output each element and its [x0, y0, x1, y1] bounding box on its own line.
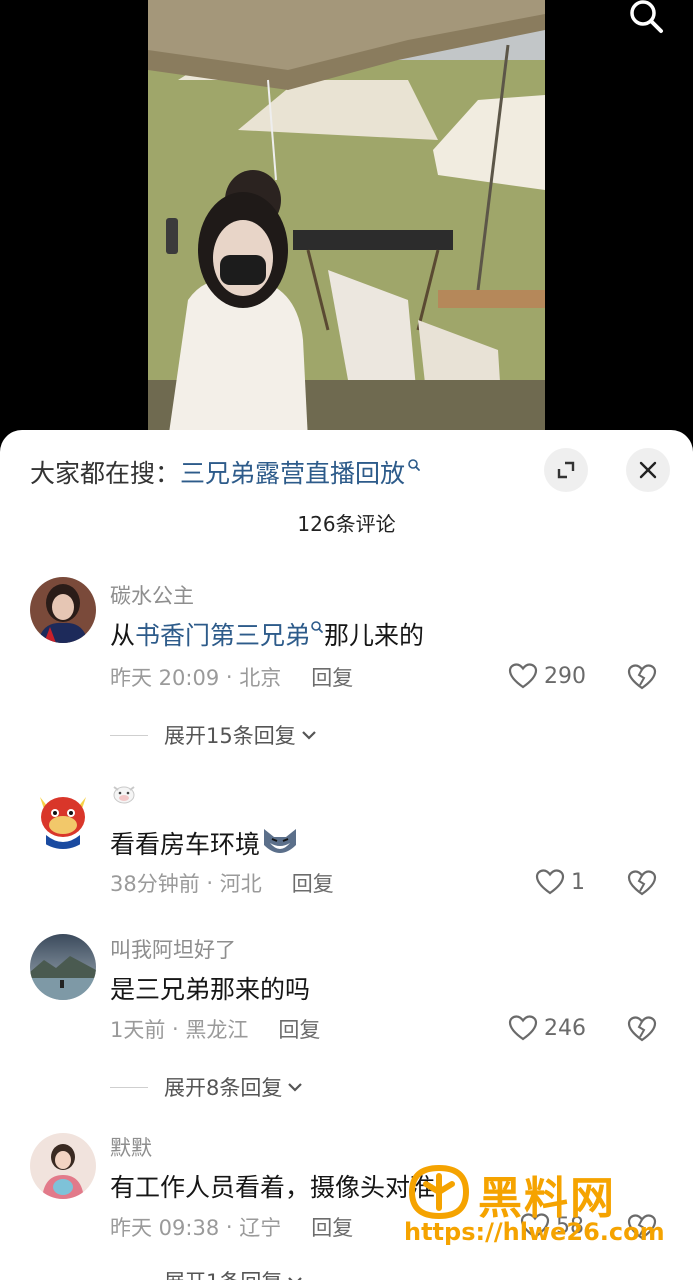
comment-time: 38分钟前 — [110, 872, 200, 896]
comment-text: 是三兄弟那来的吗 — [110, 970, 310, 1006]
like-button[interactable]: 246 — [508, 1014, 586, 1042]
dislike-button[interactable] — [627, 869, 657, 901]
comment-item: 碳水公主 从 书香门第三兄弟 那儿来的 昨天 20:09 · 北京 回复 290 — [0, 570, 693, 750]
comment-item: 叫我阿坦好了 是三兄弟那来的吗 1天前 · 黑龙江 回复 246 展开8条回复 — [0, 930, 693, 1110]
meta-separator: · — [199, 871, 220, 895]
comment-text-body: 有工作人员看着，摄像头对准 — [110, 1173, 436, 1202]
video-scene — [148, 0, 545, 440]
comment-text-prefix: 从 — [110, 621, 136, 650]
meta-separator: · — [165, 1017, 186, 1041]
dislike-button[interactable] — [627, 1015, 657, 1047]
comment-sheet: 大家都在搜： 三兄弟露营直播回放 126条评论 碳水公主 从 书香门第三兄弟 那… — [0, 430, 693, 1280]
reply-button[interactable]: 回复 — [311, 1212, 353, 1242]
dislike-button[interactable] — [627, 663, 657, 695]
meta-separator: · — [219, 1215, 240, 1239]
chevron-down-icon — [288, 1277, 303, 1280]
comment-text-body: 是三兄弟那来的吗 — [110, 975, 311, 1004]
reply-button[interactable]: 回复 — [292, 868, 334, 898]
comment-meta: 昨天 20:09 · 北京 回复 — [110, 662, 353, 692]
expand-replies-label: 展开1条回复 — [164, 1266, 282, 1280]
comment-item: 看看房车环境 38分钟前 · 河北 回复 1 — [0, 775, 693, 905]
like-count: 1 — [571, 869, 585, 895]
reply-button[interactable]: 回复 — [311, 662, 353, 692]
comment-username-badge[interactable] — [110, 781, 138, 810]
like-button[interactable]: 290 — [508, 662, 586, 690]
expand-replies-label: 展开8条回复 — [164, 1076, 283, 1100]
avatar[interactable] — [30, 577, 96, 643]
heart-icon — [508, 663, 538, 689]
cow-emoji-icon — [113, 786, 135, 804]
expand-replies-button[interactable]: 展开1条回复 — [110, 1266, 304, 1280]
watermark-title: 黑料网 — [478, 1173, 616, 1224]
like-count: 290 — [544, 663, 586, 689]
comment-location: 北京 — [239, 666, 282, 690]
comment-time: 昨天 20:09 — [110, 666, 220, 690]
search-icon[interactable] — [625, 0, 669, 36]
avatar[interactable] — [30, 934, 96, 1000]
expand-replies-label: 展开15条回复 — [164, 724, 296, 748]
comment-username[interactable]: 默默 — [110, 1132, 152, 1162]
comment-text: 有工作人员看着，摄像头对准 — [110, 1168, 435, 1204]
comment-meta: 昨天 09:38 · 辽宁 回复 — [110, 1212, 353, 1242]
comment-location: 黑龙江 — [185, 1018, 249, 1042]
avatar[interactable] — [30, 1133, 96, 1199]
chevron-down-icon — [301, 731, 316, 740]
expand-icon — [557, 461, 575, 479]
like-count: 246 — [544, 1015, 586, 1041]
comment-meta: 1天前 · 黑龙江 回复 — [110, 1014, 320, 1044]
comment-count: 126条评论 — [297, 512, 396, 536]
trending-search-bar: 大家都在搜： 三兄弟露营直播回放 — [30, 452, 421, 492]
expand-sheet-button[interactable] — [544, 448, 588, 492]
watermark-url: https://hlwe26.com — [404, 1218, 665, 1246]
heart-icon — [535, 869, 565, 895]
expand-replies-button[interactable]: 展开8条回复 — [110, 1072, 304, 1102]
comment-search-link[interactable]: 书香门第三兄弟 — [135, 616, 310, 652]
mini-search-icon — [311, 621, 323, 633]
comment-text-suffix: 那儿来的 — [324, 621, 425, 650]
watermark-logo-icon — [408, 1164, 470, 1220]
divider-line — [110, 734, 148, 736]
video-player[interactable] — [0, 0, 693, 440]
like-button[interactable]: 1 — [535, 868, 585, 896]
comment-location: 辽宁 — [239, 1216, 282, 1240]
heart-icon — [508, 1015, 538, 1041]
broken-heart-icon — [627, 664, 657, 690]
expand-replies-button[interactable]: 展开15条回复 — [110, 720, 318, 750]
trending-prefix: 大家都在搜： — [30, 459, 181, 488]
comment-username[interactable]: 叫我阿坦好了 — [110, 934, 236, 964]
comment-meta: 38分钟前 · 河北 回复 — [110, 868, 334, 898]
avatar[interactable] — [30, 783, 96, 849]
close-icon — [639, 461, 657, 479]
comment-text-body: 看看房车环境 — [110, 830, 261, 859]
broken-heart-icon — [627, 870, 657, 896]
comment-time: 1天前 — [110, 1018, 166, 1042]
divider-line — [110, 1086, 148, 1088]
mini-search-icon — [408, 459, 420, 471]
reply-button[interactable]: 回复 — [278, 1014, 320, 1044]
watermark: 黑料网 https://hlwe26.com — [400, 1160, 665, 1250]
close-sheet-button[interactable] — [626, 448, 670, 492]
chevron-down-icon — [288, 1083, 303, 1092]
comment-text: 看看房车环境 — [110, 823, 300, 863]
broken-heart-icon — [627, 1016, 657, 1042]
comment-location: 河北 — [219, 872, 262, 896]
trending-query-link[interactable]: 三兄弟露营直播回放 — [180, 454, 405, 490]
comment-text: 从 书香门第三兄弟 那儿来的 — [110, 616, 424, 652]
video-frame[interactable] — [148, 0, 545, 440]
wolf-emoji-icon — [264, 829, 297, 853]
meta-separator: · — [219, 665, 240, 689]
comment-username[interactable]: 碳水公主 — [110, 580, 194, 610]
comment-time: 昨天 09:38 — [110, 1216, 220, 1240]
